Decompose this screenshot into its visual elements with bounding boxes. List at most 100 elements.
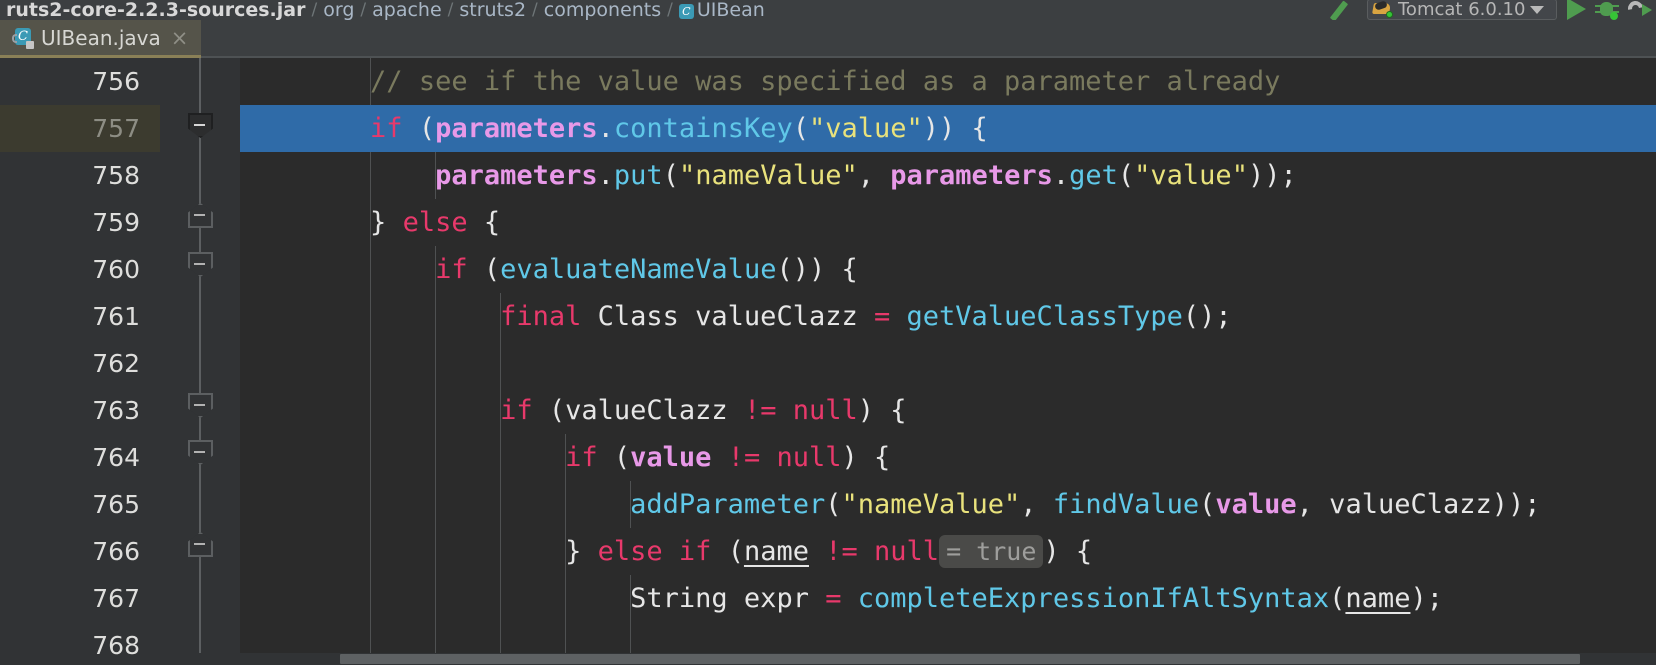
line-number[interactable]: 767: [0, 575, 140, 622]
code-line-text[interactable]: if (valueClazz != null) {: [240, 387, 906, 434]
code-row[interactable]: 756 // see if the value was specified as…: [0, 58, 1656, 105]
code-token: (: [1199, 489, 1216, 520]
code-token: containsKey: [613, 113, 793, 144]
line-number[interactable]: 757: [0, 105, 140, 152]
code-token: getValueClassType: [906, 301, 1183, 332]
fold-marker-collapse-icon[interactable]: [188, 440, 213, 465]
line-number[interactable]: 761: [0, 293, 140, 340]
code-editor[interactable]: 756 // see if the value was specified as…: [0, 58, 1656, 665]
wrench-icon: [1331, 0, 1357, 20]
horizontal-scrollbar-track[interactable]: [160, 653, 1656, 665]
code-line-text[interactable]: parameters.put("nameValue", parameters.g…: [240, 152, 1297, 199]
fold-gutter[interactable]: [160, 199, 240, 246]
line-number[interactable]: 765: [0, 481, 140, 528]
breadcrumb-item-ruts2-core-2-2-3-sources-jar[interactable]: ruts2-core-2.2.3-sources.jar: [2, 1, 309, 20]
breadcrumb-separator: /: [447, 0, 454, 20]
fold-gutter[interactable]: [160, 340, 240, 387]
code-token: "value": [1134, 160, 1248, 191]
code-row[interactable]: 767 String expr = completeExpressionIfAl…: [0, 575, 1656, 622]
code-token: (: [825, 489, 842, 520]
line-number[interactable]: 758: [0, 152, 140, 199]
fold-gutter[interactable]: [160, 387, 240, 434]
code-line-text[interactable]: String expr = completeExpressionIfAltSyn…: [240, 575, 1443, 622]
breadcrumb-item-components[interactable]: components: [540, 1, 665, 20]
code-row[interactable]: 765 addParameter("nameValue", findValue(…: [0, 481, 1656, 528]
code-token: (: [1117, 160, 1135, 191]
code-row[interactable]: 758 parameters.put("nameValue", paramete…: [0, 152, 1656, 199]
run-button[interactable]: [1567, 0, 1586, 20]
code-line-text[interactable]: if (value != null) {: [240, 434, 890, 481]
line-number[interactable]: 756: [0, 58, 140, 105]
line-number[interactable]: 760: [0, 246, 140, 293]
fold-gutter[interactable]: [160, 481, 240, 528]
code-row[interactable]: 763 if (valueClazz != null) {: [0, 387, 1656, 434]
code-token: , valueClazz));: [1296, 489, 1541, 520]
code-token: findValue: [1052, 489, 1200, 520]
debug-icon: [1595, 0, 1619, 20]
code-row[interactable]: 757 if (parameters.containsKey("value"))…: [0, 105, 1656, 152]
code-token: (: [402, 113, 436, 144]
code-token: (: [467, 254, 501, 285]
line-number[interactable]: 759: [0, 199, 140, 246]
line-number[interactable]: 763: [0, 387, 140, 434]
breadcrumb-item-uibean[interactable]: C UIBean: [675, 1, 769, 20]
breadcrumb-item-org[interactable]: org: [319, 1, 358, 20]
code-token: "value": [808, 113, 923, 144]
editor-tab-bar: C UIBean.java ×: [0, 20, 1656, 58]
run-icon: [1567, 0, 1586, 20]
close-icon[interactable]: ×: [168, 27, 189, 48]
wrench-icon-button[interactable]: [1331, 0, 1357, 20]
code-line-text[interactable]: final Class valueClazz = getValueClassTy…: [240, 293, 1232, 340]
code-row[interactable]: 761 final Class valueClazz = getValueCla…: [0, 293, 1656, 340]
code-row[interactable]: 759 } else {: [0, 199, 1656, 246]
code-line-text[interactable]: if (parameters.containsKey("value")) {: [240, 105, 988, 152]
code-token: if: [565, 442, 598, 473]
run-configuration-selector[interactable]: Tomcat 6.0.10: [1367, 0, 1557, 20]
fold-marker-collapse-icon[interactable]: [188, 393, 213, 418]
inline-debug-hint[interactable]: = true: [939, 535, 1044, 568]
line-number[interactable]: 766: [0, 528, 140, 575]
fold-gutter[interactable]: [160, 152, 240, 199]
line-number[interactable]: 764: [0, 434, 140, 481]
code-row[interactable]: 766 } else if (name != null = true) {: [0, 528, 1656, 575]
code-row[interactable]: 760 if (evaluateNameValue()) {: [0, 246, 1656, 293]
line-number[interactable]: 768: [0, 622, 140, 665]
code-line-text[interactable]: } else if (name != null = true) {: [240, 528, 1092, 575]
fold-marker-collapse-icon[interactable]: [188, 113, 213, 138]
code-line-text[interactable]: } else {: [240, 199, 500, 246]
breadcrumb-item-label: components: [543, 0, 662, 20]
code-line-text[interactable]: if (evaluateNameValue()) {: [240, 246, 858, 293]
code-token: }: [565, 536, 598, 567]
fold-gutter[interactable]: [160, 58, 240, 105]
fold-gutter[interactable]: [160, 246, 240, 293]
breadcrumb-item-struts2[interactable]: struts2: [455, 1, 530, 20]
line-number[interactable]: 762: [0, 340, 140, 387]
fold-gutter[interactable]: [160, 575, 240, 622]
fold-gutter[interactable]: [160, 528, 240, 575]
rerun-button[interactable]: [1625, 0, 1652, 20]
fold-gutter[interactable]: [160, 434, 240, 481]
code-token: if: [500, 395, 533, 426]
fold-gutter[interactable]: [160, 293, 240, 340]
breadcrumb-item-apache[interactable]: apache: [368, 1, 446, 20]
code-token: ));: [1247, 160, 1297, 191]
chevron-down-icon[interactable]: [1530, 5, 1545, 14]
code-row[interactable]: 762: [0, 340, 1656, 387]
fold-marker-collapse-icon[interactable]: [188, 203, 213, 228]
java-class-icon: C: [678, 4, 694, 19]
code-line-text[interactable]: // see if the value was specified as a p…: [240, 58, 1280, 105]
code-row[interactable]: 764 if (value != null) {: [0, 434, 1656, 481]
horizontal-scrollbar-thumb[interactable]: [340, 654, 1580, 664]
tab-uibean-java[interactable]: C UIBean.java ×: [0, 20, 202, 58]
code-line-text[interactable]: addParameter("nameValue", findValue(valu…: [240, 481, 1541, 528]
debug-button[interactable]: [1595, 0, 1619, 20]
fold-marker-collapse-icon[interactable]: [188, 252, 213, 277]
breadcrumb: ruts2-core-2.2.3-sources.jar / org / apache /…: [0, 0, 769, 20]
code-token: value: [630, 442, 712, 473]
fold-gutter[interactable]: [160, 105, 240, 152]
code-rows: 756 // see if the value was specified as…: [0, 58, 1656, 665]
fold-marker-collapse-icon[interactable]: [188, 532, 213, 557]
